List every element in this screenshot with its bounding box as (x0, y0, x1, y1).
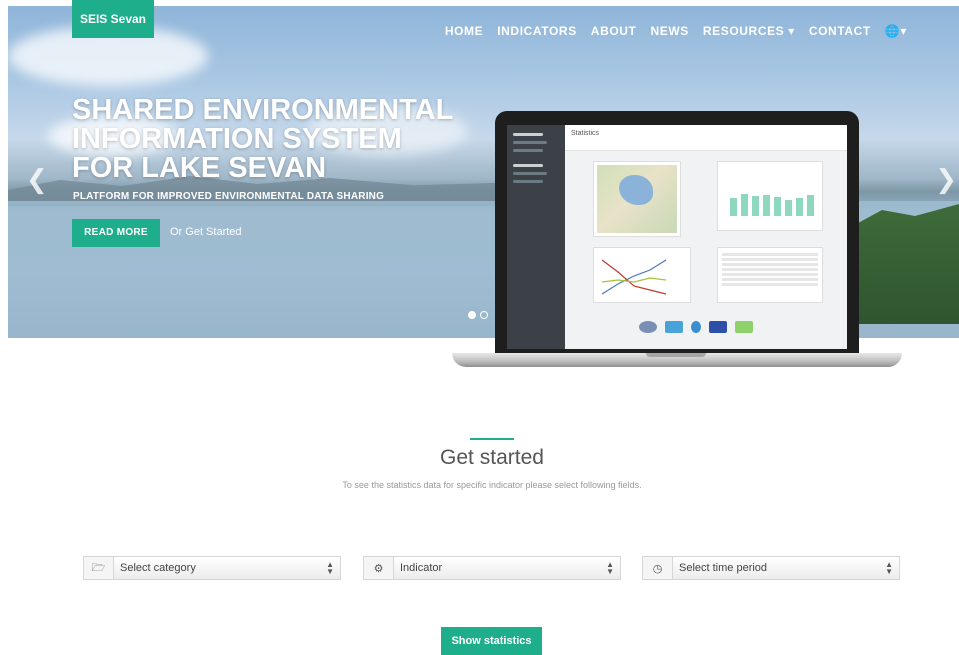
partner-logo (735, 321, 753, 333)
time-period-select[interactable]: ◷ Select time period ▲ ▼ (642, 556, 900, 580)
category-select[interactable]: 🗁 Select category ▲ ▼ (83, 556, 341, 580)
map-card (593, 161, 681, 237)
sidebar-line (513, 149, 543, 152)
nav-contact[interactable]: CONTACT (809, 24, 871, 38)
main-nav: HOME INDICATORS ABOUT NEWS RESOURCES ▾ C… (445, 24, 907, 38)
bar-chart-thumbnail (730, 190, 814, 216)
hero-title-line: INFORMATION SYSTEM (72, 123, 402, 155)
globe-icon[interactable]: 🌐▾ (885, 24, 907, 38)
carousel-dot-2[interactable] (480, 311, 488, 319)
hero-title: SHARED ENVIRONMENTAL INFORMATION SYSTEM … (72, 96, 453, 183)
select-arrows-icon: ▲ ▼ (885, 560, 893, 576)
show-statistics-button[interactable]: Show statistics (441, 627, 542, 655)
time-period-select-value: Select time period (679, 562, 768, 574)
sidebar-line (513, 141, 547, 144)
category-select-value: Select category (120, 562, 196, 574)
read-more-button[interactable]: READ MORE (72, 219, 160, 247)
partner-logo (665, 321, 683, 333)
nav-indicators[interactable]: INDICATORS (497, 24, 577, 38)
table-card (717, 247, 823, 303)
folder-icon: 🗁 (84, 557, 114, 579)
gears-icon: ⚙ (364, 557, 394, 579)
map-image (597, 165, 677, 233)
lake-shape (619, 175, 653, 205)
carousel-indicators (468, 311, 488, 319)
nav-about[interactable]: ABOUT (591, 24, 637, 38)
get-started-subtitle: To see the statistics data for specific … (342, 480, 642, 490)
sidebar-line (513, 180, 543, 183)
indicator-select[interactable]: ⚙ Indicator ▲ ▼ (363, 556, 621, 580)
app-main: Statistics (565, 125, 847, 349)
app-sidebar (507, 125, 565, 349)
laptop-mockup: Statistics (495, 111, 859, 356)
select-arrows-icon: ▲ ▼ (326, 560, 334, 576)
time-period-select-control[interactable]: Select time period ▲ ▼ (673, 557, 899, 579)
carousel-dot-1[interactable] (468, 311, 476, 319)
partner-logo (639, 321, 657, 333)
sidebar-line (513, 164, 543, 167)
hero-subtitle: PLATFORM FOR IMPROVED ENVIRONMENTAL DATA… (73, 191, 385, 202)
brand-logo[interactable]: SEIS Sevan (72, 0, 154, 38)
partner-logo (691, 321, 701, 333)
app-header: Statistics (565, 125, 847, 151)
laptop-notch (646, 353, 706, 357)
indicator-select-control[interactable]: Indicator ▲ ▼ (394, 557, 620, 579)
island (849, 204, 959, 324)
select-arrows-icon: ▲ ▼ (606, 560, 614, 576)
nav-news[interactable]: NEWS (650, 24, 688, 38)
clock-icon: ◷ (643, 557, 673, 579)
line-chart-thumbnail (601, 259, 667, 295)
nav-resources[interactable]: RESOURCES ▾ (703, 24, 795, 38)
sidebar-line (513, 133, 543, 136)
carousel-next-icon[interactable]: ❯ (935, 164, 957, 195)
category-select-control[interactable]: Select category ▲ ▼ (114, 557, 340, 579)
partner-logos (639, 321, 753, 333)
bar-chart-card (717, 161, 823, 231)
line-chart-card (593, 247, 691, 303)
section-accent-line (470, 438, 514, 440)
app-title: Statistics (571, 130, 600, 137)
eu-flag-logo (709, 321, 727, 333)
get-started-link[interactable]: Or Get Started (170, 226, 242, 238)
get-started-title: Get started (440, 446, 544, 469)
hero-title-line: FOR LAKE SEVAN (72, 152, 327, 184)
indicator-select-value: Indicator (400, 562, 443, 574)
nav-home[interactable]: HOME (445, 24, 483, 38)
hero-title-line: SHARED ENVIRONMENTAL (72, 94, 454, 126)
laptop-screen: Statistics (507, 125, 847, 349)
sidebar-line (513, 172, 547, 175)
carousel-prev-icon[interactable]: ❮ (26, 164, 48, 195)
